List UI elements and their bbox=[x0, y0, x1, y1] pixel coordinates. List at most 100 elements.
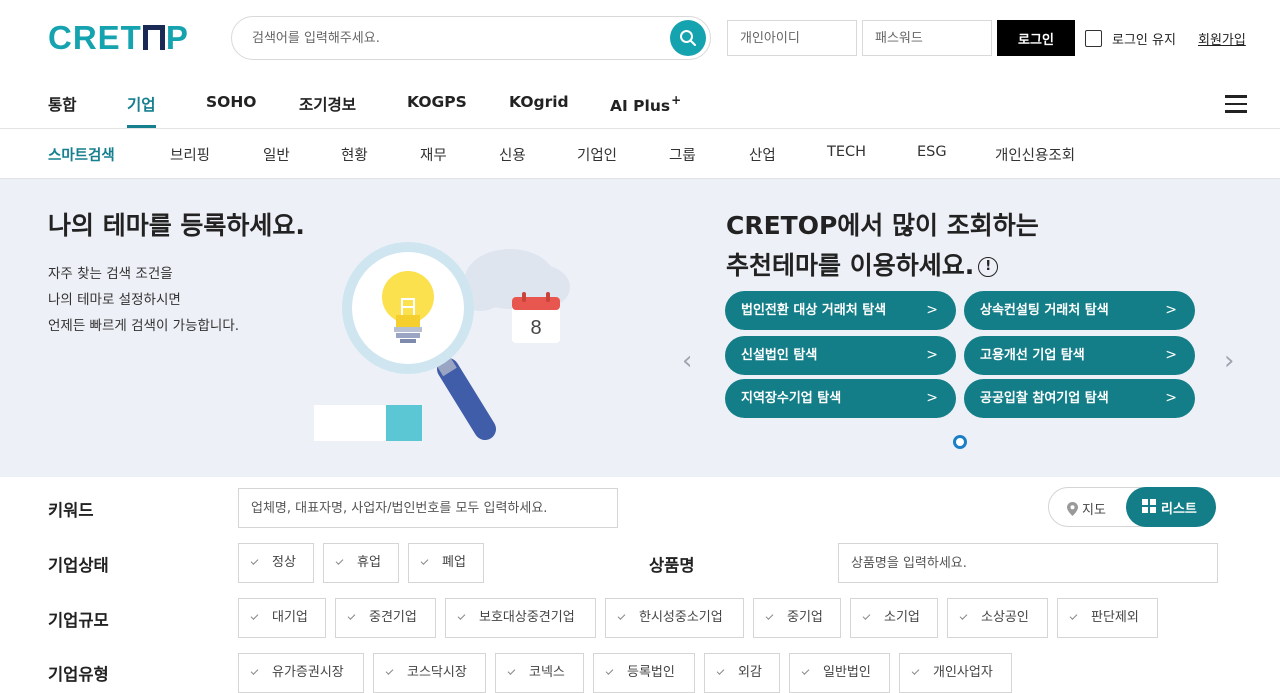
theme-label: 고용개선 기업 탐색 bbox=[980, 348, 1085, 363]
chevron-right-icon: > bbox=[926, 302, 938, 318]
theme-button-new-corp[interactable]: 신설법인 탐색 > bbox=[725, 336, 956, 375]
keep-login-checkbox[interactable] bbox=[1085, 30, 1102, 47]
carousel-next-icon[interactable]: › bbox=[1224, 346, 1234, 376]
product-input[interactable] bbox=[838, 543, 1218, 583]
search-button[interactable] bbox=[670, 20, 706, 56]
scale-chip-excluded[interactable]: 판단제외 bbox=[1057, 598, 1158, 638]
join-link[interactable]: 회원가입 bbox=[1198, 29, 1246, 48]
login-button[interactable]: 로그인 bbox=[997, 20, 1075, 56]
subnav-group[interactable]: 그룹 bbox=[669, 144, 696, 165]
check-icon bbox=[801, 667, 810, 675]
keep-login-label: 로그인 유지 bbox=[1112, 33, 1176, 48]
scale-chip-midsize[interactable]: 중견기업 bbox=[335, 598, 436, 638]
type-label: 기업유형 bbox=[48, 665, 109, 684]
chip-label: 외감 bbox=[738, 665, 762, 680]
check-icon bbox=[617, 612, 626, 620]
subnav-status[interactable]: 현황 bbox=[341, 144, 368, 165]
menu-icon[interactable] bbox=[1225, 95, 1247, 113]
cretop-logo[interactable]: CRET P bbox=[48, 19, 189, 57]
check-icon bbox=[347, 612, 356, 620]
scale-chip-medium[interactable]: 중기업 bbox=[753, 598, 841, 638]
map-pin-icon bbox=[1067, 502, 1078, 516]
keep-login[interactable]: 로그인 유지 bbox=[1085, 29, 1176, 48]
magnifier-lightbulb-illustration: 8 bbox=[314, 242, 570, 441]
check-icon bbox=[765, 612, 774, 620]
check-icon bbox=[335, 557, 344, 565]
nav-item-kogrid[interactable]: KOgrid bbox=[509, 93, 569, 111]
top-header: CRET P 로그인 로그인 유지 회원가입 bbox=[0, 0, 1280, 78]
logo-text-end: P bbox=[165, 19, 189, 56]
user-id-field[interactable] bbox=[727, 20, 857, 56]
desc-line-3: 언제든 빠르게 검색이 가능합니다. bbox=[48, 318, 240, 334]
keyword-label: 키워드 bbox=[48, 501, 94, 520]
info-icon[interactable]: ! bbox=[978, 257, 999, 277]
password-field[interactable] bbox=[862, 20, 992, 56]
scale-chip-large[interactable]: 대기업 bbox=[238, 598, 326, 638]
subnav-finance[interactable]: 재무 bbox=[420, 144, 447, 165]
status-chip-normal[interactable]: 정상 bbox=[238, 543, 314, 583]
theme-label: 상속컨설팅 거래처 탐색 bbox=[980, 303, 1109, 318]
check-icon bbox=[420, 557, 429, 565]
view-map-button[interactable]: 지도 bbox=[1067, 499, 1106, 518]
chip-label: 중기업 bbox=[787, 610, 823, 625]
nav-item-company[interactable]: 기업 bbox=[127, 93, 156, 115]
subnav-tech[interactable]: TECH bbox=[827, 144, 866, 160]
theme-button-inheritance[interactable]: 상속컨설팅 거래처 탐색 > bbox=[964, 291, 1195, 330]
chip-label: 한시성중소기업 bbox=[639, 610, 723, 625]
check-icon bbox=[862, 612, 871, 620]
carousel-prev-icon[interactable]: ‹ bbox=[682, 346, 692, 376]
type-chip-konex[interactable]: 코넥스 bbox=[495, 653, 584, 693]
banner-left-title: 나의 테마를 등록하세요. bbox=[48, 211, 305, 240]
status-chip-closed[interactable]: 폐업 bbox=[408, 543, 484, 583]
subnav-smart-search[interactable]: 스마트검색 bbox=[48, 144, 115, 165]
subnav-briefing[interactable]: 브리핑 bbox=[170, 144, 210, 165]
check-icon bbox=[605, 667, 614, 675]
theme-button-corp-conversion[interactable]: 법인전환 대상 거래처 탐색 > bbox=[725, 291, 956, 330]
nav-item-early-warning[interactable]: 조기경보 bbox=[299, 93, 356, 115]
carousel-indicator-dot[interactable] bbox=[953, 435, 967, 449]
subnav-esg[interactable]: ESG bbox=[917, 144, 947, 160]
keyword-input[interactable] bbox=[238, 488, 618, 528]
theme-button-public-bidding[interactable]: 공공입찰 참여기업 탐색 > bbox=[964, 379, 1195, 418]
view-map-label: 지도 bbox=[1082, 503, 1106, 518]
type-chip-general-corp[interactable]: 일반법인 bbox=[789, 653, 890, 693]
search-input[interactable] bbox=[252, 27, 672, 49]
status-label: 기업상태 bbox=[48, 556, 109, 575]
type-chip-kosdaq[interactable]: 코스닥시장 bbox=[373, 653, 486, 693]
nav-item-soho[interactable]: SOHO bbox=[206, 93, 257, 111]
nav-item-kogps[interactable]: KOGPS bbox=[407, 93, 467, 111]
subnav-credit[interactable]: 신용 bbox=[499, 144, 526, 165]
chip-label: 판단제외 bbox=[1091, 610, 1139, 625]
chip-label: 중견기업 bbox=[369, 610, 417, 625]
scale-chip-temporary-sme[interactable]: 한시성중소기업 bbox=[605, 598, 744, 638]
chevron-right-icon: > bbox=[926, 390, 938, 406]
type-chip-registered[interactable]: 등록법인 bbox=[593, 653, 695, 693]
subnav-executives[interactable]: 기업인 bbox=[577, 144, 617, 165]
type-chip-kospi[interactable]: 유가증권시장 bbox=[238, 653, 364, 693]
type-chip-audited[interactable]: 외감 bbox=[704, 653, 780, 693]
product-label: 상품명 bbox=[649, 556, 695, 575]
theme-button-long-lived[interactable]: 지역장수기업 탐색 > bbox=[725, 379, 956, 418]
view-list-label: 리스트 bbox=[1161, 502, 1197, 517]
nav-item-integrated[interactable]: 통합 bbox=[48, 93, 77, 115]
theme-label: 지역장수기업 탐색 bbox=[741, 391, 842, 406]
chip-label: 정상 bbox=[272, 555, 296, 570]
view-list-button[interactable]: 리스트 bbox=[1126, 487, 1216, 527]
subnav-industry[interactable]: 산업 bbox=[749, 144, 776, 165]
ai-plus-label: AI Plus bbox=[610, 97, 671, 115]
subnav-general[interactable]: 일반 bbox=[263, 144, 290, 165]
check-icon bbox=[250, 612, 259, 620]
nav-item-ai-plus[interactable]: AI Plus+ bbox=[610, 93, 681, 115]
status-chip-suspended[interactable]: 휴업 bbox=[323, 543, 399, 583]
theme-label: 공공입찰 참여기업 탐색 bbox=[980, 391, 1109, 406]
scale-chip-small[interactable]: 소기업 bbox=[850, 598, 938, 638]
type-chip-sole-proprietor[interactable]: 개인사업자 bbox=[899, 653, 1012, 693]
chip-label: 일반법인 bbox=[823, 665, 871, 680]
subnav-personal-credit[interactable]: 개인신용조회 bbox=[995, 144, 1075, 165]
view-toggle: 지도 리스트 bbox=[1048, 487, 1216, 527]
scale-chip-protected-midsize[interactable]: 보호대상중견기업 bbox=[445, 598, 596, 638]
desc-line-2: 나의 테마로 설정하시면 bbox=[48, 292, 181, 308]
calendar-number: 8 bbox=[530, 317, 541, 339]
theme-button-employment[interactable]: 고용개선 기업 탐색 > bbox=[964, 336, 1195, 375]
scale-chip-micro[interactable]: 소상공인 bbox=[947, 598, 1048, 638]
